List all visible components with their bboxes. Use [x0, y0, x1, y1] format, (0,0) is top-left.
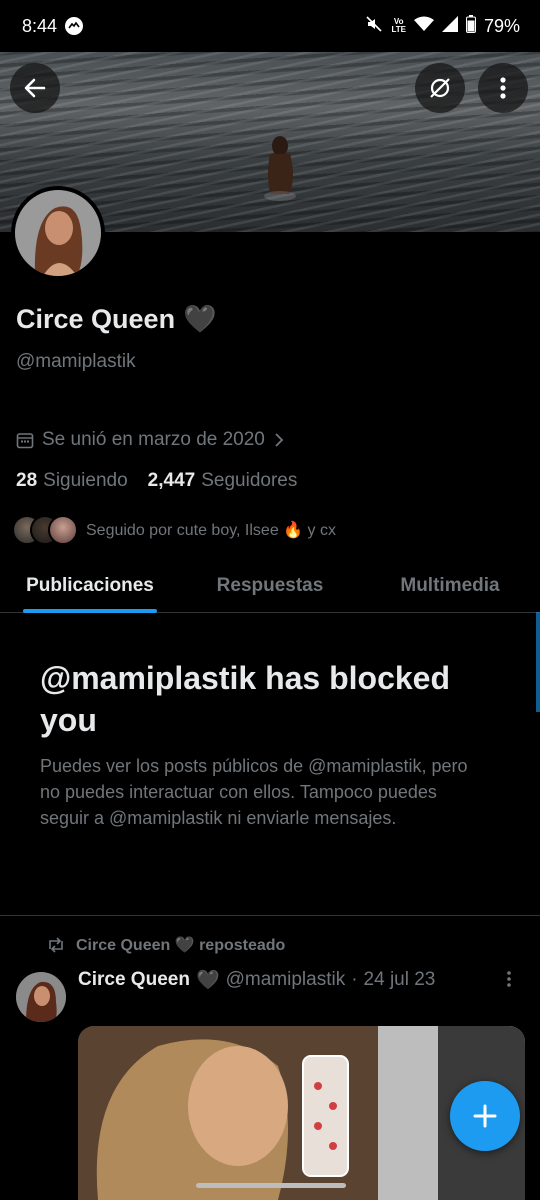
profile-tabs: Publicaciones Respuestas Multimedia [0, 560, 540, 613]
tab-respuestas[interactable]: Respuestas [180, 560, 360, 612]
blocked-title: @mamiplastik has blocked you [40, 660, 451, 738]
tab-label: Respuestas [216, 575, 324, 596]
followers-link[interactable]: 2,447 Seguidores [148, 470, 298, 492]
volte-icon: Vo LTE [391, 17, 406, 34]
back-button[interactable] [10, 63, 60, 113]
active-tab-indicator [23, 609, 157, 613]
chevron-right-icon[interactable] [273, 432, 285, 448]
post-header: Circe Queen 🖤 @mamiplastik · 24 jul 23 [78, 968, 435, 992]
plus-icon [473, 1104, 497, 1128]
followers-label: Seguidores [201, 470, 298, 491]
signal-icon [441, 15, 458, 37]
post-author-handle[interactable]: @mamiplastik [226, 969, 346, 991]
tab-label: Multimedia [400, 575, 500, 596]
banner-swimmer-figure [264, 136, 296, 201]
followed-by-text: Seguido por cute boy, Ilsee 🔥 y cx [86, 522, 336, 539]
wifi-icon [413, 16, 434, 37]
profile-handle: @mamiplastik [16, 351, 136, 372]
following-link[interactable]: 28 Siguiendo [16, 470, 128, 492]
calendar-icon [16, 433, 34, 449]
profile-display-name: Circe Queen 🖤 [16, 303, 217, 335]
joined-text: Se unió en marzo de 2020 [42, 429, 265, 450]
profile-avatar[interactable] [11, 186, 105, 280]
battery-percent: 79% [483, 15, 520, 36]
joined-date: Se unió en marzo de 2020 [16, 429, 285, 451]
tab-label: Publicaciones [26, 575, 154, 596]
repost-icon [49, 937, 63, 953]
followed-by-row[interactable]: Seguido por cute boy, Ilsee 🔥 y cx [12, 515, 336, 545]
mute-icon [365, 15, 383, 38]
arrow-left-icon [24, 78, 46, 98]
post-author-name[interactable]: Circe Queen [78, 969, 190, 991]
post-more-button[interactable] [506, 970, 512, 993]
repost-label: Circe Queen 🖤 reposteado [76, 937, 286, 954]
sync-off-icon [430, 78, 450, 98]
home-gesture-bar[interactable] [196, 1183, 346, 1188]
blocked-description: Puedes ver los posts públicos de @mamipl… [40, 756, 468, 828]
followers-count: 2,447 [147, 470, 196, 491]
messenger-notification-icon [65, 17, 84, 35]
post-separator: · [351, 969, 358, 990]
post-date[interactable]: 24 jul 23 [364, 969, 436, 991]
follow-stats: 28 Siguiendo 2,447 Seguidores [16, 470, 297, 492]
more-options-button[interactable] [478, 63, 528, 113]
more-vertical-icon [507, 971, 511, 987]
divider [0, 915, 540, 916]
compose-post-button[interactable] [450, 1081, 520, 1151]
more-vertical-icon [500, 77, 506, 99]
black-heart-emoji: 🖤 [183, 304, 217, 334]
avatar-image [15, 190, 101, 276]
mutual-followers-avatars [12, 515, 78, 545]
post-author-emoji: 🖤 [195, 970, 220, 991]
post-author-avatar[interactable] [16, 972, 66, 1022]
following-count: 28 [16, 470, 38, 491]
tab-multimedia[interactable]: Multimedia [360, 560, 540, 612]
post-avatar-image [16, 972, 66, 1022]
mutual-avatar [48, 515, 78, 545]
tab-publicaciones[interactable]: Publicaciones [0, 560, 180, 613]
battery-icon [465, 14, 476, 38]
status-time: 8:44 [22, 15, 58, 36]
scrollbar[interactable] [536, 612, 540, 712]
repost-indicator[interactable]: Circe Queen 🖤 reposteado [46, 935, 285, 955]
sync-button[interactable] [415, 63, 465, 113]
following-label: Siguiendo [43, 470, 128, 491]
display-name-text: Circe Queen [16, 303, 176, 334]
status-bar: 8:44 Vo LTE 79% [0, 0, 540, 52]
